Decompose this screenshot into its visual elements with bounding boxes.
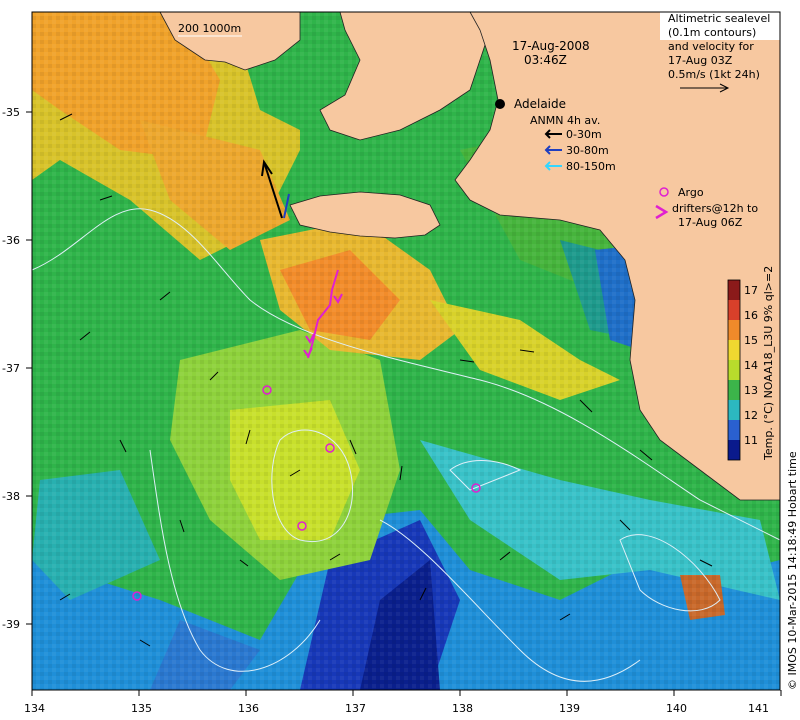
x-tick-138: 138 [452,702,473,715]
colorbar-tick-14: 14 [744,359,758,372]
x-tick-135: 135 [131,702,152,715]
x-tick-141: 141 [748,702,769,715]
colorbar-tick-16: 16 [744,309,758,322]
y-tick-37: -37 [2,362,20,375]
x-tick-139: 139 [559,702,580,715]
x-tick-134: 134 [24,702,45,715]
drifter-label-1: drifters@12h to [672,202,758,215]
map-date: 17-Aug-2008 [512,39,590,53]
altimetry-line-2: (0.1m contours) [668,26,756,39]
altimetry-line-4: 17-Aug 03Z [668,54,733,67]
anmn-legend-0: 0-30m [566,128,602,141]
y-tick-38: -38 [2,490,20,503]
altimetry-line-5: 0.5m/s (1kt 24h) [668,68,760,81]
altimetry-line-3: and velocity for [668,40,754,53]
map-time: 03:46Z [524,53,567,67]
drifter-label-2: 17-Aug 06Z [678,216,743,229]
colorbar-title: Temp. (°C) NOAA18_L3U 9% ql>=2 [762,266,775,461]
x-axis: 134 135 136 137 138 139 140 141 [24,690,782,715]
sea-surface-temperature-map: Adelaide 17-Aug-2008 03:46Z 200 1000m Al… [2,11,799,715]
anmn-legend-1: 30-80m [566,144,609,157]
x-tick-140: 140 [666,702,687,715]
argo-label: Argo [678,186,704,199]
colorbar-tick-12: 12 [744,409,758,422]
anmn-title: ANMN 4h av. [530,114,600,127]
bathymetry-label: 200 1000m [178,22,241,35]
altimetry-line-1: Altimetric sealevel [668,12,770,25]
credit-text: © IMOS 10-Mar-2015 14:18:49 Hobart time [786,451,799,690]
colorbar-tick-15: 15 [744,334,758,347]
adelaide-marker [495,99,505,109]
y-tick-35: -35 [2,106,20,119]
anmn-legend-2: 80-150m [566,160,616,173]
x-tick-137: 137 [345,702,366,715]
x-tick-136: 136 [238,702,259,715]
colorbar-tick-17: 17 [744,284,758,297]
colorbar-tick-13: 13 [744,384,758,397]
y-axis: -35 -36 -37 -38 -39 [2,106,32,631]
colorbar-tick-11: 11 [744,434,758,447]
city-label: Adelaide [514,97,566,111]
y-tick-39: -39 [2,618,20,631]
y-tick-36: -36 [2,234,20,247]
